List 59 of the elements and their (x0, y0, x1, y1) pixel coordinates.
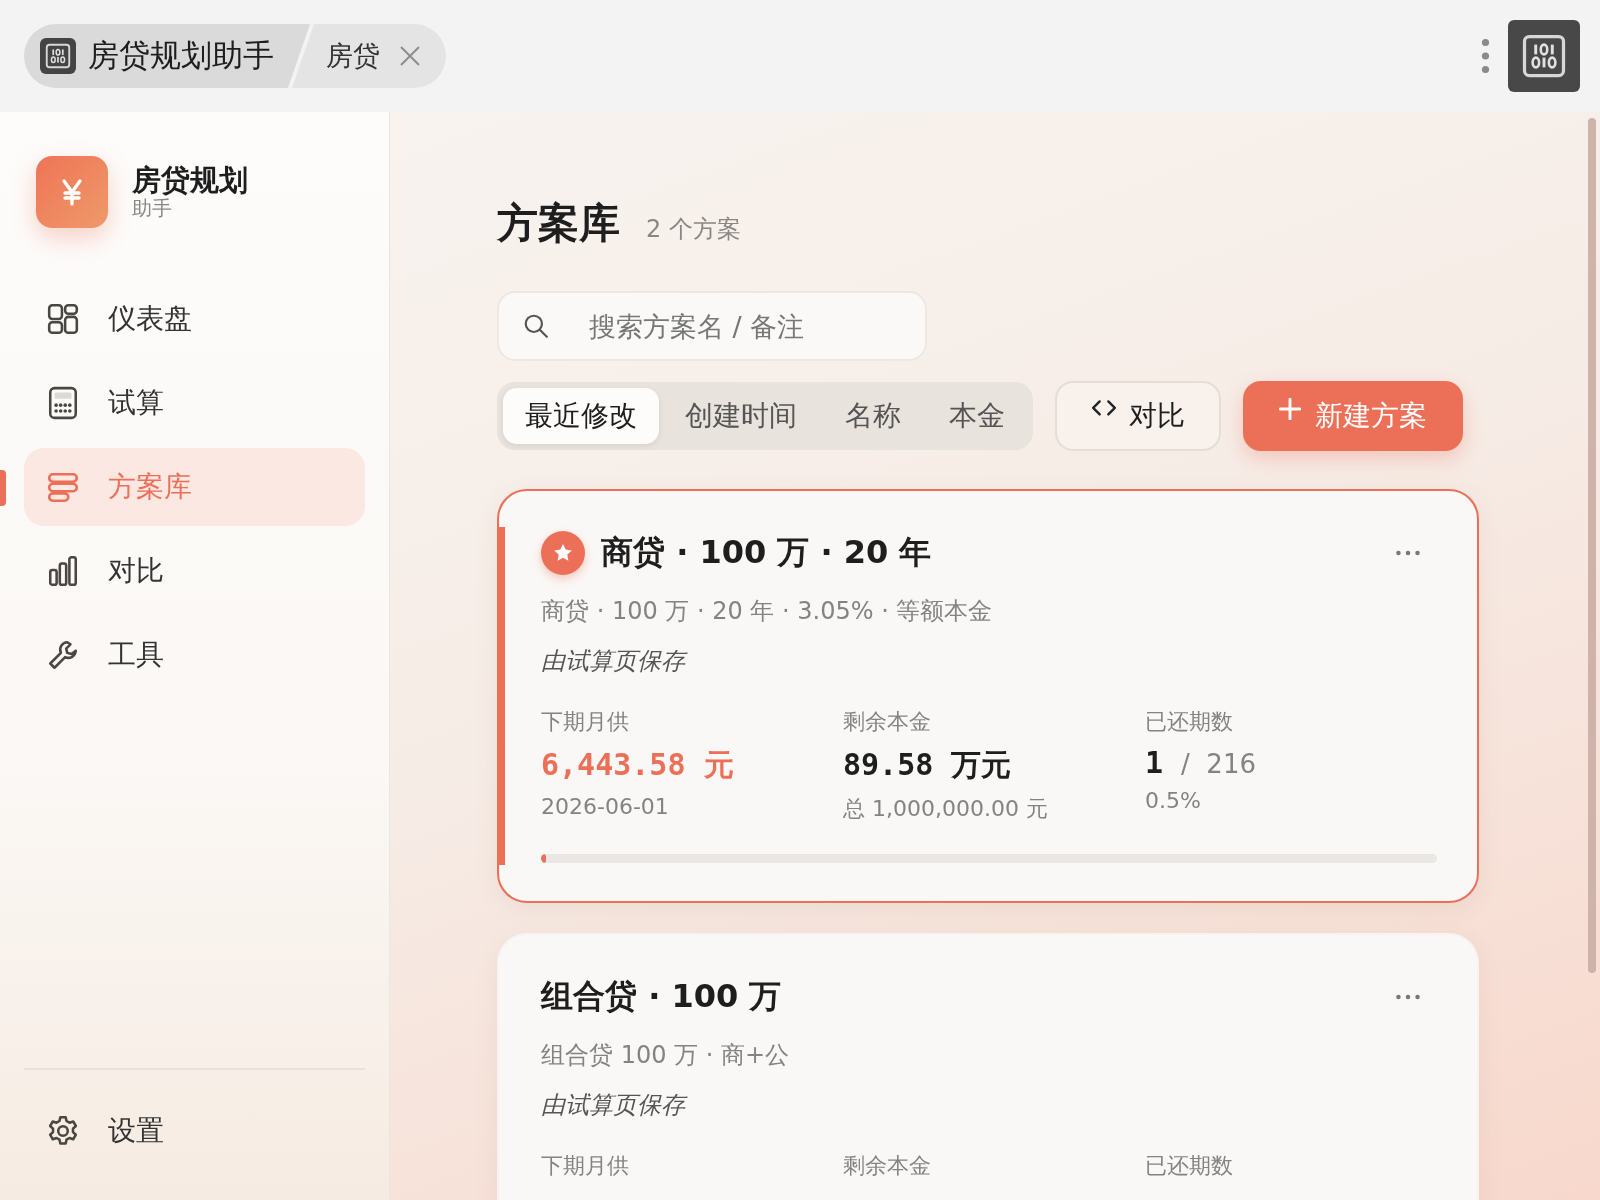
plan-count: 2 个方案 (646, 214, 741, 245)
page-title: 方案库 (497, 198, 620, 249)
plan-title: 组合贷 · 100 万 (541, 976, 783, 1017)
stat-detail: 总 1,000,000.00 元 (843, 795, 1049, 823)
nav-item[interactable]: 试算 (24, 364, 365, 442)
app-subtitle: 助手 (132, 196, 172, 219)
document-tab[interactable]: 房贷 (292, 24, 446, 88)
stat-label: 下期月供 (541, 1152, 630, 1180)
sort-tab[interactable]: 创建时间 (663, 388, 819, 444)
plan-summary: 组合贷 100 万 · 商+公 (541, 1040, 791, 1071)
stat-label: 已还期数 (1145, 708, 1234, 736)
sort-tab[interactable]: 最近修改 (503, 388, 659, 444)
plan-title: 商贷 · 100 万 · 20 年 (601, 532, 933, 573)
calculator-icon (46, 386, 80, 420)
stat-detail: 2026-06-01 (541, 794, 670, 819)
plan-note: 由试算页保存 (541, 1089, 1437, 1121)
sort-tab[interactable]: 名称 (823, 388, 923, 444)
nav-item[interactable]: 仪表盘 (24, 280, 365, 358)
search-field[interactable]: 搜索方案名 / 备注 (497, 291, 927, 361)
stat-label: 已还期数 (1145, 1152, 1234, 1180)
grid-icon (46, 302, 80, 336)
close-icon[interactable] (398, 44, 422, 68)
compare-button[interactable]: 对比 (1055, 381, 1221, 451)
nav-item[interactable]: 对比 (24, 532, 365, 610)
star-badge[interactable] (541, 531, 585, 575)
scrollbar[interactable] (1588, 118, 1596, 973)
list-icon (46, 470, 80, 504)
plus-icon (1279, 398, 1301, 420)
app-tab-title: 房贷规划助手 (88, 36, 274, 75)
settings-item[interactable]: 设置 (24, 1092, 365, 1170)
plan-card[interactable]: 组合贷 · 100 万 组合贷 100 万 · 商+公 由试算页保存 下期月供 剩余本金 已还期数 (497, 933, 1479, 1200)
stat-detail: 0.5% (1145, 788, 1202, 813)
stat-unit: 万元 (951, 746, 1012, 784)
active-marker (0, 470, 6, 506)
settings-icon (46, 1114, 80, 1148)
more-icon[interactable] (1481, 36, 1490, 76)
stat-label: 剩余本金 (843, 1152, 932, 1180)
bar-chart-icon (46, 554, 80, 588)
stat-unit: 元 (703, 746, 734, 784)
binary-icon (43, 41, 73, 71)
plan-card[interactable]: 商贷 · 100 万 · 20 年 商贷 · 100 万 · 20 年 · 3.05% · 等额本金 由试算页保存 下期月供 6,443.58 元 2026-06-01 剩余本金 89.58 万元 总 1,000,000.00 元 已还期数 1 / 216 0.5% (497, 489, 1479, 903)
stat-value: 89.58 (843, 747, 934, 782)
more-icon[interactable] (1395, 549, 1421, 557)
app-name: 房贷规划 (132, 165, 248, 197)
more-icon[interactable] (1395, 993, 1421, 1001)
stat-label: 下期月供 (541, 708, 630, 736)
nav-item[interactable]: 工具 (24, 616, 365, 694)
wrench-icon (46, 638, 80, 672)
tab-title: 房贷 (326, 39, 380, 73)
sort-tab[interactable]: 本金 (927, 388, 1027, 444)
stat-value: 6,443.58 (541, 747, 686, 782)
app-tab[interactable]: 房贷规划助手 (24, 24, 310, 88)
search-icon (523, 313, 549, 339)
binary-button[interactable] (1508, 20, 1580, 92)
plan-summary: 商贷 · 100 万 · 20 年 · 3.05% · 等额本金 (541, 596, 994, 627)
plan-note: 由试算页保存 (541, 645, 1437, 677)
stat-value: 1 (1145, 745, 1164, 780)
stat-label: 剩余本金 (843, 708, 932, 736)
stat-total: / 216 (1181, 749, 1256, 779)
